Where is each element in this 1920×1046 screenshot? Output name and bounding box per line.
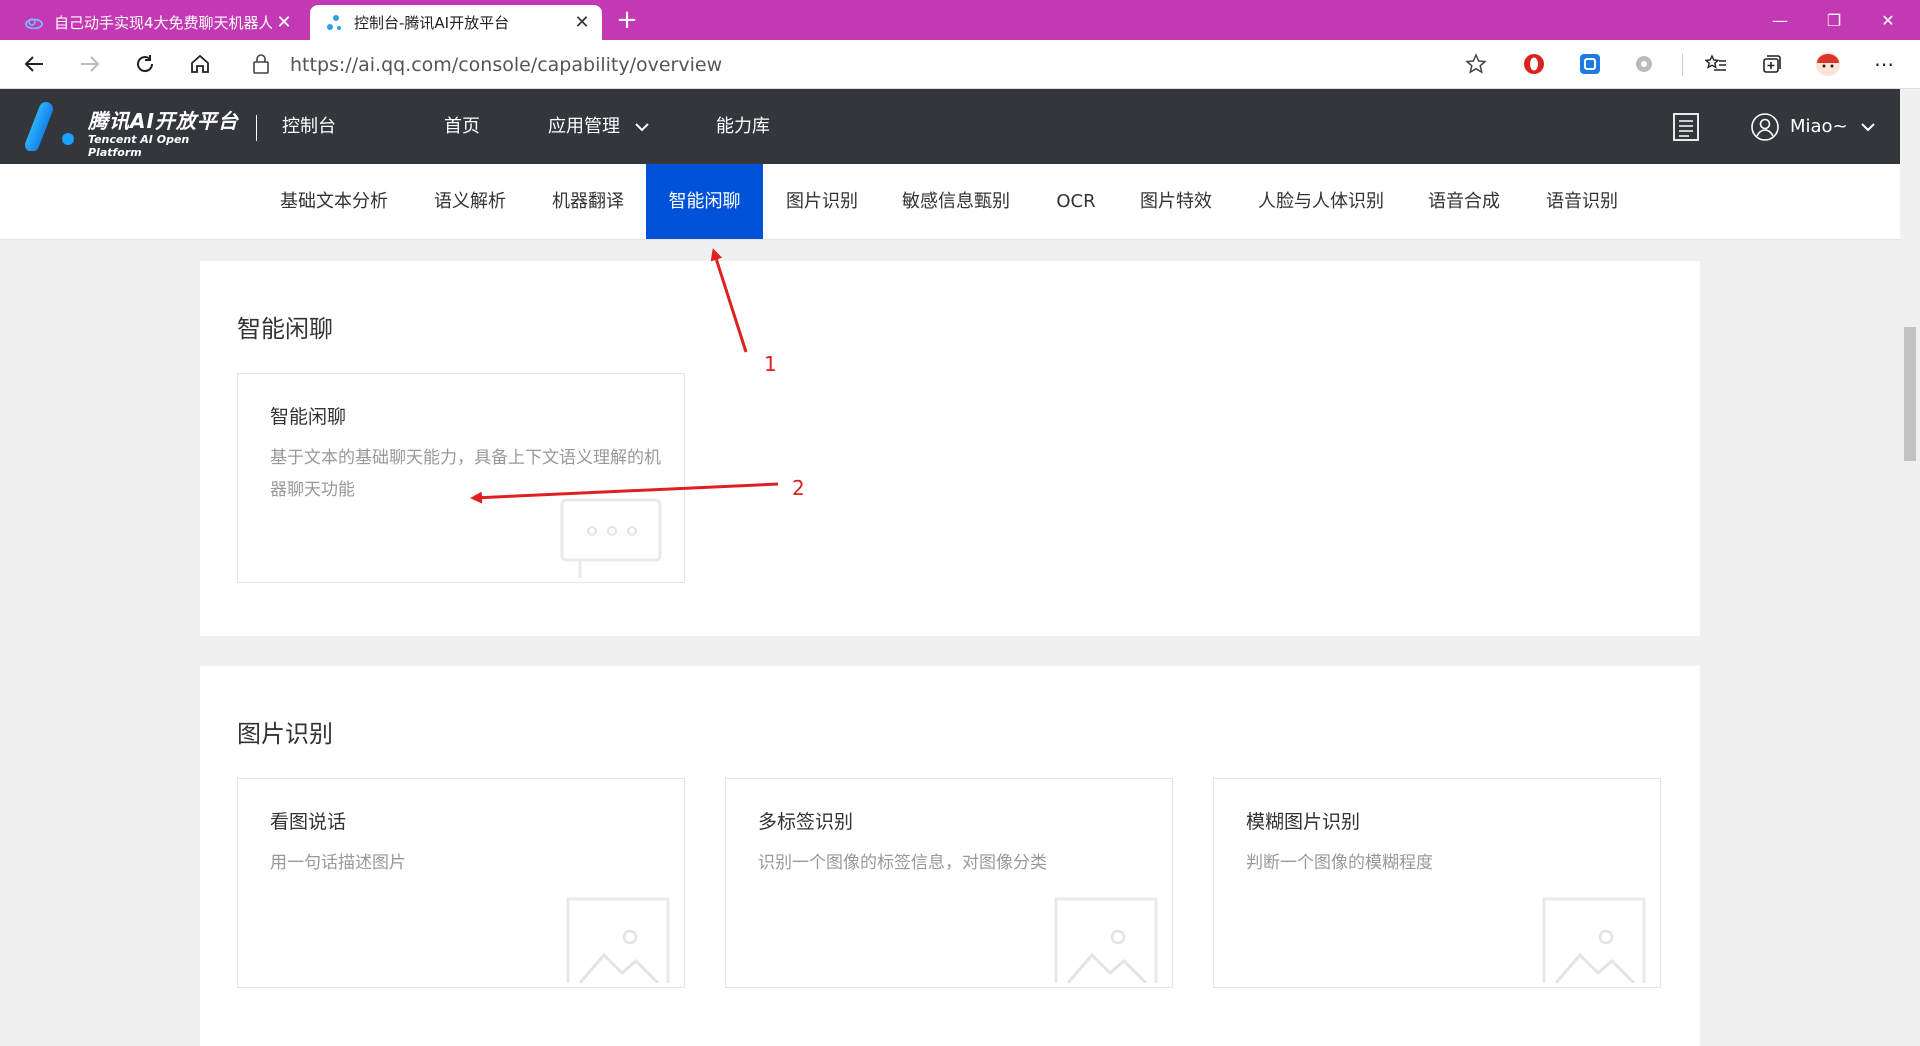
tencent-ai-favicon-icon [324,13,344,33]
capability-card[interactable]: 模糊图片识别 判断一个图像的模糊程度 [1213,778,1661,988]
subnav-sensitive-info[interactable]: 敏感信息甄别 [888,164,1024,239]
subnav-image-effects[interactable]: 图片特效 [1128,164,1224,239]
favorites-icon[interactable] [1702,50,1730,78]
card-description: 基于文本的基础聊天能力，具备上下文语义理解的机器聊天功能 [270,448,661,500]
forward-button[interactable] [72,48,108,80]
home-button[interactable] [182,48,218,80]
favorite-star-icon[interactable] [1465,53,1487,79]
brand-name: 腾讯AI开放平台 [88,109,239,133]
toolbar-divider [1682,54,1683,76]
collections-icon[interactable] [1758,50,1786,78]
opera-extension-icon[interactable] [1520,50,1548,78]
browser-tab-bar: 自己动手实现4大免费聊天机器人 ✕ 控制台-腾讯AI开放平台 ✕ + — ❐ ✕ [0,0,1920,40]
card-title: 智能闲聊 [270,406,347,428]
url-text: https://ai.qq.com/console/capability/ove… [290,54,723,76]
brand-name-en: Tencent AI Open Platform [88,133,190,159]
section-image-recognition: 图片识别 看图说话 用一句话描述图片 多标签识别 识别一个图像的标签信息，对图像… [200,666,1700,1046]
capability-card[interactable]: 看图说话 用一句话描述图片 [237,778,685,988]
logo-mark-icon [25,102,74,151]
card-description: 识别一个图像的标签信息，对图像分类 [758,853,1047,873]
browser-toolbar: https://ai.qq.com/console/capability/ove… [0,40,1920,89]
annotation-label-1: 1 [764,352,777,376]
section-smart-chat: 智能闲聊 智能闲聊 基于文本的基础聊天能力，具备上下文语义理解的机器聊天功能 [200,261,1700,636]
minimize-button[interactable]: — [1752,0,1808,40]
tencent-ai-logo[interactable]: 腾讯AI开放平台 Tencent AI Open Platform [24,101,244,159]
back-arrow-icon [24,56,43,72]
subnav-text-analysis[interactable]: 基础文本分析 [266,164,402,239]
nav-home[interactable]: 首页 [444,89,480,164]
extension-gray-icon[interactable] [1630,50,1658,78]
subnav-image-recognition[interactable]: 图片识别 [774,164,870,239]
subnav-speech-synthesis[interactable]: 语音合成 [1416,164,1512,239]
close-tab-icon[interactable]: ✕ [272,11,296,35]
tab-title: 控制台-腾讯AI开放平台 [354,14,510,32]
subnav-smart-chat[interactable]: 智能闲聊 [646,164,763,239]
address-bar[interactable]: https://ai.qq.com/console/capability/ove… [234,45,1499,83]
close-window-button[interactable]: ✕ [1860,0,1916,40]
subnav-speech-recognition[interactable]: 语音识别 [1534,164,1630,239]
image-icon [1054,897,1158,987]
more-options-icon[interactable]: ⋯ [1870,50,1898,78]
capability-card[interactable]: 多标签识别 识别一个图像的标签信息，对图像分类 [725,778,1173,988]
browser-tab-active[interactable]: 控制台-腾讯AI开放平台 ✕ [310,5,602,40]
chevron-down-icon [635,123,649,132]
subnav-face-body[interactable]: 人脸与人体识别 [1250,164,1392,239]
image-icon [566,897,670,987]
card-title: 看图说话 [270,811,347,833]
site-header: 腾讯AI开放平台 Tencent AI Open Platform 控制台 首页… [0,89,1900,164]
refresh-icon [137,55,154,73]
user-menu[interactable]: Miao~ [1750,89,1876,164]
profile-avatar-icon[interactable] [1814,50,1842,78]
section-title: 智能闲聊 [237,315,333,343]
card-title: 多标签识别 [758,811,854,833]
subnav-ocr[interactable]: OCR [1046,164,1106,239]
username: Miao~ [1790,116,1848,137]
card-description: 判断一个图像的模糊程度 [1246,853,1433,873]
document-icon[interactable] [1670,111,1702,147]
refresh-button[interactable] [127,48,163,80]
subnav-semantic-parsing[interactable]: 语义解析 [422,164,518,239]
cloud-icon [24,13,44,33]
section-title: 图片识别 [237,720,333,748]
restore-button[interactable]: ❐ [1806,0,1862,40]
annotation-label-2: 2 [792,476,805,500]
forward-arrow-icon [81,56,100,72]
image-icon [1542,897,1646,987]
home-icon [191,54,209,73]
extension-blue-icon[interactable] [1576,50,1604,78]
new-tab-button[interactable]: + [612,5,642,35]
close-tab-icon[interactable]: ✕ [570,11,594,35]
chat-icon [560,498,670,582]
subnav-machine-translation[interactable]: 机器翻译 [540,164,636,239]
card-description: 用一句话描述图片 [270,853,406,873]
user-icon [1751,112,1779,141]
nav-capability-library[interactable]: 能力库 [716,89,770,164]
nav-app-management-label: 应用管理 [548,116,620,137]
capability-subnav: 基础文本分析 语义解析 机器翻译 智能闲聊 图片识别 敏感信息甄别 OCR 图片… [0,164,1900,240]
console-link[interactable]: 控制台 [282,89,336,164]
capability-card[interactable]: 智能闲聊 基于文本的基础聊天能力，具备上下文语义理解的机器聊天功能 [237,373,685,583]
lock-icon [252,53,270,79]
card-title: 模糊图片识别 [1246,811,1361,833]
tab-title: 自己动手实现4大免费聊天机器人 [54,14,272,32]
header-divider [256,115,257,141]
chevron-down-icon [1860,122,1875,131]
back-button[interactable] [16,48,52,80]
nav-app-management[interactable]: 应用管理 [548,89,650,164]
scrollbar-thumb[interactable] [1904,327,1916,461]
page-scrollbar[interactable] [1900,89,1920,1030]
browser-tab[interactable]: 自己动手实现4大免费聊天机器人 ✕ [10,5,304,40]
